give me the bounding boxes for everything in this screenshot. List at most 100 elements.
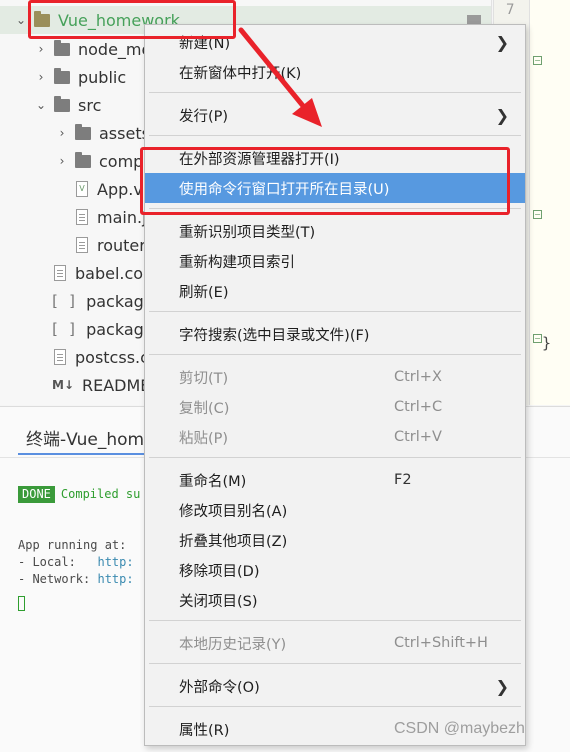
- folder-icon: [54, 67, 70, 84]
- menu-item-open-cmd[interactable]: 使用命令行窗口打开所在目录(U): [145, 173, 525, 203]
- tree-item-label: main.j: [97, 207, 147, 227]
- running-text: App running at:: [18, 538, 127, 552]
- fold-minus-icon[interactable]: −: [533, 210, 542, 219]
- chevron-right-icon: ❯: [495, 676, 509, 696]
- menu-item-label: 使用命令行窗口打开所在目录(U): [179, 181, 390, 198]
- menu-item-copy[interactable]: 复制(C) Ctrl+C: [145, 392, 525, 422]
- vue-file-icon: V: [76, 181, 88, 197]
- context-menu: 新建(N) ❯ 在新窗体中打开(K) 发行(P) ❯ 在外部资源管理器打开(I)…: [144, 24, 526, 746]
- menu-item-label: 剪切(T): [179, 370, 229, 387]
- menu-item-label: 重新识别项目类型(T): [179, 224, 316, 241]
- terminal-cursor: [18, 596, 25, 611]
- fold-minus-icon[interactable]: −: [533, 334, 542, 343]
- tree-item-label: node_mo: [78, 39, 152, 59]
- menu-item-reidentify-type[interactable]: 重新识别项目类型(T): [145, 216, 525, 246]
- chevron-right-icon[interactable]: ›: [34, 70, 48, 84]
- compiled-text: Compiled su: [60, 487, 141, 501]
- folder-icon: [75, 151, 91, 168]
- chevron-right-icon[interactable]: ›: [55, 154, 69, 168]
- menu-item-label: 新建(N): [179, 35, 231, 52]
- tree-item-label: public: [78, 67, 127, 87]
- chevron-down-icon[interactable]: ⌄: [14, 13, 28, 27]
- menu-item-external-command[interactable]: 外部命令(O) ❯: [145, 671, 525, 701]
- menu-item-refresh[interactable]: 刷新(E): [145, 276, 525, 306]
- terminal-output[interactable]: DONE Compiled su App running at: - Local:…: [18, 469, 140, 616]
- menu-item-shortcut: Ctrl+C: [394, 399, 443, 415]
- menu-item-shortcut: F2: [394, 472, 412, 488]
- folder-icon: [75, 123, 91, 140]
- menu-separator: [149, 663, 521, 664]
- file-icon: [54, 349, 66, 365]
- terminal-tab[interactable]: 终端-Vue_hom: [18, 425, 153, 455]
- json-file-icon: [ ]: [50, 292, 78, 310]
- menu-item-close-project[interactable]: 关闭项目(S): [145, 585, 525, 615]
- chevron-right-icon[interactable]: ›: [34, 42, 48, 56]
- menu-separator: [149, 457, 521, 458]
- chevron-right-icon: ❯: [495, 105, 509, 125]
- menu-item-label: 折叠其他项目(Z): [179, 533, 288, 550]
- menu-item-label: 修改项目别名(A): [179, 503, 288, 520]
- menu-item-label: 复制(C): [179, 400, 230, 417]
- local-url-link[interactable]: http:: [97, 555, 133, 569]
- file-icon: [54, 265, 66, 281]
- network-url-link[interactable]: http:: [97, 572, 133, 586]
- menu-item-label: 移除项目(D): [179, 563, 260, 580]
- menu-item-rename[interactable]: 重命名(M) F2: [145, 465, 525, 495]
- fold-minus-icon[interactable]: −: [533, 56, 542, 65]
- local-label: - Local:: [18, 555, 98, 569]
- menu-item-label: 字符搜索(选中目录或文件)(F): [179, 327, 370, 344]
- tree-item-label: assets: [99, 123, 150, 143]
- menu-item-label: 重命名(M): [179, 473, 247, 490]
- folder-icon: [34, 10, 50, 27]
- tree-item-label: src: [78, 95, 102, 115]
- chevron-down-icon[interactable]: ⌄: [34, 98, 48, 112]
- menu-item-label: 粘贴(P): [179, 430, 229, 447]
- menu-item-label: 刷新(E): [179, 284, 229, 301]
- menu-separator: [149, 620, 521, 621]
- code-brace: }: [542, 334, 552, 352]
- menu-item-label: 关闭项目(S): [179, 593, 258, 610]
- menu-item-local-history[interactable]: 本地历史记录(Y) Ctrl+Shift+H: [145, 628, 525, 658]
- menu-separator: [149, 135, 521, 136]
- menu-item-label: 外部命令(O): [179, 679, 260, 696]
- done-badge: DONE: [18, 486, 55, 503]
- menu-item-shortcut: Ctrl+Shift+H: [394, 635, 488, 651]
- menu-separator: [149, 92, 521, 93]
- menu-item-remove-project[interactable]: 移除项目(D): [145, 555, 525, 585]
- file-icon: [76, 209, 88, 225]
- chevron-right-icon[interactable]: ›: [55, 126, 69, 140]
- menu-item-new[interactable]: 新建(N) ❯: [145, 27, 525, 57]
- menu-separator: [149, 354, 521, 355]
- menu-item-cut[interactable]: 剪切(T) Ctrl+X: [145, 362, 525, 392]
- tree-item-label: router: [97, 235, 146, 255]
- markdown-file-icon: M↓: [52, 378, 74, 392]
- menu-item-paste[interactable]: 粘贴(P) Ctrl+V: [145, 422, 525, 452]
- menu-item-rebuild-index[interactable]: 重新构建项目索引: [145, 246, 525, 276]
- menu-item-char-search[interactable]: 字符搜索(选中目录或文件)(F): [145, 319, 525, 349]
- tree-item-label: App.v: [97, 179, 143, 199]
- menu-item-label: 重新构建项目索引: [179, 254, 295, 271]
- menu-item-modify-alias[interactable]: 修改项目别名(A): [145, 495, 525, 525]
- tree-item-label: babel.co: [75, 263, 144, 283]
- menu-item-open-new-window[interactable]: 在新窗体中打开(K): [145, 57, 525, 87]
- menu-item-open-explorer[interactable]: 在外部资源管理器打开(I): [145, 143, 525, 173]
- folder-icon: [54, 95, 70, 112]
- menu-item-label: 在新窗体中打开(K): [179, 65, 302, 82]
- network-label: - Network:: [18, 572, 98, 586]
- menu-item-label: 发行(P): [179, 108, 229, 125]
- menu-separator: [149, 208, 521, 209]
- menu-item-publish[interactable]: 发行(P) ❯: [145, 100, 525, 130]
- watermark: CSDN @maybezh: [394, 720, 525, 737]
- folder-icon: [54, 39, 70, 56]
- menu-item-label: 本地历史记录(Y): [179, 636, 287, 653]
- tree-item-label: postcss.c: [75, 347, 149, 367]
- menu-item-shortcut: Ctrl+X: [394, 369, 442, 385]
- chevron-right-icon: ❯: [495, 32, 509, 52]
- file-icon: [76, 237, 88, 253]
- menu-item-label: 在外部资源管理器打开(I): [179, 151, 340, 168]
- menu-item-label: 属性(R): [179, 722, 230, 739]
- line-number: 7: [506, 2, 515, 18]
- menu-item-collapse-others[interactable]: 折叠其他项目(Z): [145, 525, 525, 555]
- menu-item-shortcut: Ctrl+V: [394, 429, 442, 445]
- json-file-icon: [ ]: [50, 320, 78, 338]
